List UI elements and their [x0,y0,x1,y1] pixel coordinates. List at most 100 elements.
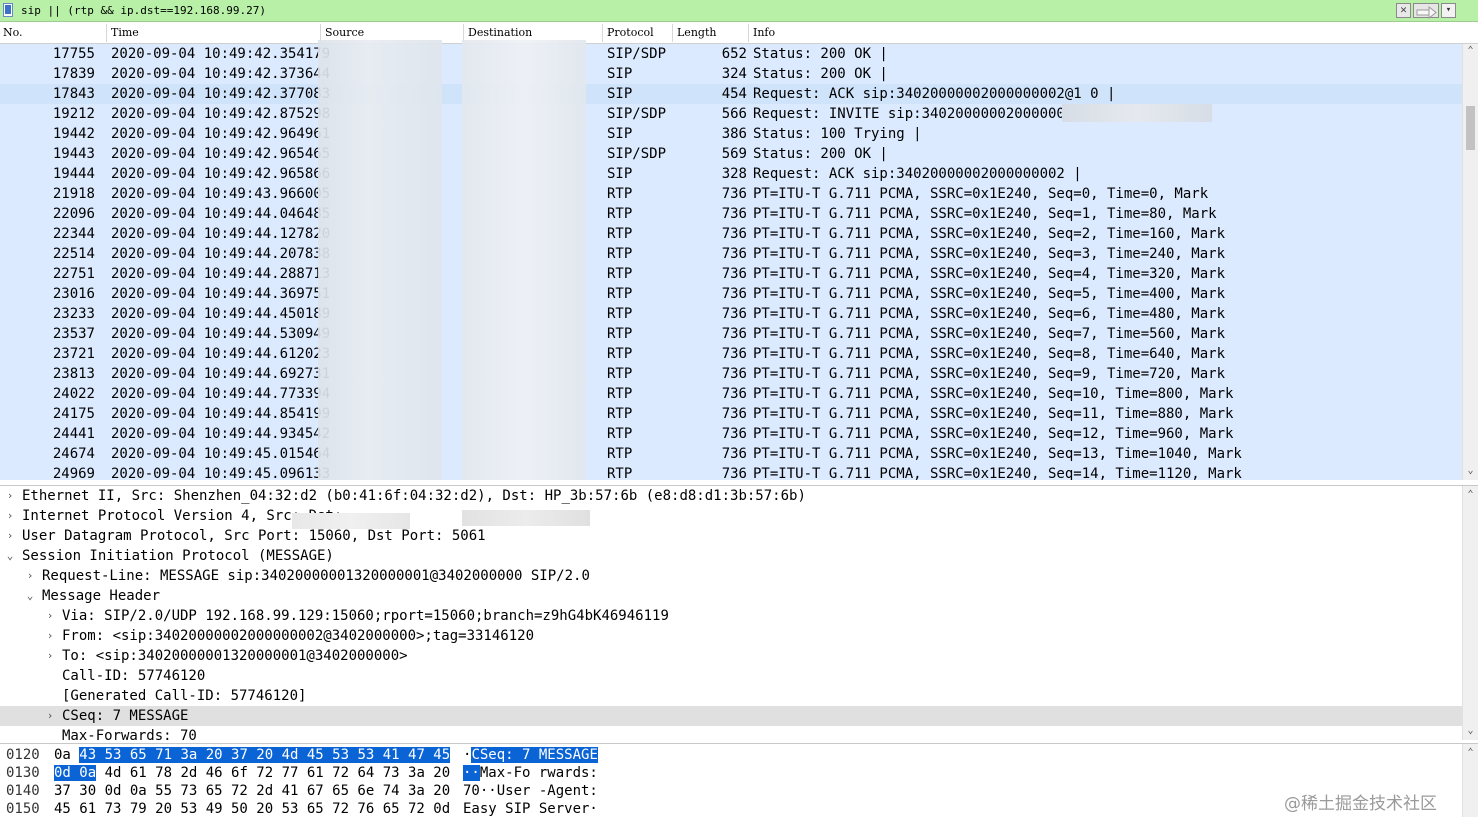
bookmark-icon[interactable] [3,3,13,17]
collapsed-chevron-icon[interactable]: › [4,526,16,546]
column-header-no[interactable]: No. [3,26,23,39]
detail-tree-row[interactable]: › To: <sip:34020000001320000001@340200000… [0,646,1462,666]
collapsed-chevron-icon[interactable]: › [24,566,36,586]
packet-row[interactable]: 23233 2020-09-04 10:49:44.450189 RTP 736 PT=… [0,304,1462,324]
details-scrollbar[interactable]: ⌃ ⌄ [1462,486,1478,740]
redacted-dst-ip [462,510,590,526]
column-header-source[interactable]: Source [325,26,364,39]
packet-row[interactable]: 17755 2020-09-04 10:49:42.354179 SIP/SDP 65… [0,44,1462,64]
detail-tree-row[interactable]: › User Datagram Protocol, Src Port: 15060… [0,526,1462,546]
packet-row[interactable]: 23016 2020-09-04 10:49:44.369751 RTP 736 PT=… [0,284,1462,304]
ascii-bytes[interactable]: Easy SIP Server· [463,800,598,817]
bytes-row[interactable]: 0150 45 61 73 79 20 53 49 50 20 53 65 72 … [0,800,1462,817]
packet-time: 2020-09-04 10:49:44.854199 [111,406,331,422]
packet-length: 736 [721,466,747,480]
packet-list-scrollbar[interactable]: ⌃ ⌄ [1462,44,1478,480]
collapsed-chevron-icon[interactable]: › [4,486,16,506]
column-header-length[interactable]: Length [677,26,716,39]
bytes-row[interactable]: 0120 0a 43 53 65 71 3a 20 37 20 4d 45 53 … [0,746,1462,764]
expanded-chevron-icon[interactable]: ⌄ [4,546,16,566]
packet-row[interactable]: 22344 2020-09-04 10:49:44.127820 RTP 736 PT=… [0,224,1462,244]
detail-tree-row[interactable]: › Ethernet II, Src: Shenzhen_04:32:d2 (b0… [0,486,1462,506]
packet-length: 736 [721,206,747,222]
hex-bytes[interactable]: 37 30 0d 0a 55 73 65 72 2d 41 67 65 6e 7… [54,782,450,800]
detail-tree-row[interactable]: [Generated Call-ID: 57746120] [0,686,1462,706]
apply-filter-button[interactable] [1413,3,1439,20]
detail-tree-row[interactable]: › Internet Protocol Version 4, Src: Dst: [0,506,1462,526]
scroll-up-icon[interactable]: ⌃ [1463,44,1478,58]
ascii-bytes[interactable]: ·CSeq: 7 MESSAGE [463,746,598,764]
scrollbar-thumb[interactable] [1466,106,1475,150]
packet-row[interactable]: 19442 2020-09-04 10:49:42.964961 SIP 386 Sta… [0,124,1462,144]
packet-row[interactable]: 19443 2020-09-04 10:49:42.965465 SIP/SDP 56… [0,144,1462,164]
hex-bytes[interactable]: 45 61 73 79 20 53 49 50 20 53 65 72 76 6… [54,800,450,817]
hex-bytes[interactable]: 0a 43 53 65 71 3a 20 37 20 4d 45 53 53 4… [54,746,451,764]
packet-number: 23721 [52,346,95,362]
display-filter-input[interactable]: sip || (rtp && ip.dst==192.168.99.27) [21,3,266,19]
packet-row[interactable]: 17843 2020-09-04 10:49:42.377083 SIP 454 Req… [0,84,1462,104]
packet-row[interactable]: 24175 2020-09-04 10:49:44.854199 RTP 736 PT=… [0,404,1462,424]
ascii-asel: CSeq: 7 MESSAGE [471,747,598,763]
packet-row[interactable]: 24022 2020-09-04 10:49:44.773394 RTP 736 PT=… [0,384,1462,404]
scroll-down-icon[interactable]: ⌄ [1463,464,1478,478]
scroll-up-icon[interactable]: ⌃ [1463,746,1478,760]
ascii-bytes[interactable]: 70··User -Agent: [463,782,598,800]
column-header-protocol[interactable]: Protocol [607,26,654,39]
column-header-destination[interactable]: Destination [468,26,532,39]
detail-tree-row[interactable]: › Via: SIP/2.0/UDP 192.168.99.129:15060;r… [0,606,1462,626]
detail-tree-row[interactable]: › From: <sip:34020000002000000002@3402000… [0,626,1462,646]
scroll-down-icon[interactable]: ⌄ [1463,724,1478,738]
packet-row[interactable]: 23813 2020-09-04 10:49:44.692731 RTP 736 PT=… [0,364,1462,384]
packet-row[interactable]: 22751 2020-09-04 10:49:44.288713 RTP 736 PT=… [0,264,1462,284]
collapsed-chevron-icon[interactable]: › [44,626,56,646]
column-header-time[interactable]: Time [111,26,139,39]
collapsed-chevron-icon[interactable]: › [4,506,16,526]
packet-row[interactable]: 22096 2020-09-04 10:49:44.046485 RTP 736 PT=… [0,204,1462,224]
packet-row[interactable]: 24969 2020-09-04 10:49:45.096133 RTP 736 PT=… [0,464,1462,480]
packet-length: 736 [721,406,747,422]
packet-row[interactable]: 19444 2020-09-04 10:49:42.965866 SIP 328 Req… [0,164,1462,184]
packet-time: 2020-09-04 10:49:44.450189 [111,306,331,322]
packet-row[interactable]: 17839 2020-09-04 10:49:42.373644 SIP 324 Sta… [0,64,1462,84]
bytes-scrollbar[interactable]: ⌃ [1462,744,1478,817]
bytes-row[interactable]: 0130 0d 0a 4d 61 78 2d 46 6f 72 77 61 72 … [0,764,1462,782]
filter-history-dropdown[interactable]: ▾ [1441,3,1456,18]
packet-time: 2020-09-04 10:49:42.965866 [111,166,331,182]
detail-tree-row[interactable]: › Request-Line: MESSAGE sip:3402000000132… [0,566,1462,586]
packet-row[interactable]: 19212 2020-09-04 10:49:42.875298 SIP/SDP 56… [0,104,1462,124]
detail-tree-row[interactable]: ⌄ Message Header [0,586,1462,606]
bytes-row[interactable]: 0140 37 30 0d 0a 55 73 65 72 2d 41 67 65 … [0,782,1462,800]
detail-text: To: <sip:34020000001320000001@3402000000… [62,648,408,664]
clear-filter-icon[interactable]: ✕ [1396,3,1411,18]
packet-info: Request: INVITE sip:34020000002000000002… [753,106,1108,122]
packet-row[interactable]: 23721 2020-09-04 10:49:44.612023 RTP 736 PT=… [0,344,1462,364]
collapsed-chevron-icon[interactable]: › [44,706,56,726]
packet-info: PT=ITU-T G.711 PCMA, SSRC=0x1E240, Seq=9… [753,366,1226,382]
detail-tree-row[interactable]: Max-Forwards: 70 [0,726,1462,740]
column-header-info[interactable]: Info [753,26,775,39]
packet-protocol: RTP [607,286,633,302]
packet-row[interactable]: 21918 2020-09-04 10:49:43.966005 RTP 736 PT=… [0,184,1462,204]
packet-length: 328 [721,166,747,182]
packet-number: 23233 [52,306,95,322]
detail-tree-row[interactable]: › CSeq: 7 MESSAGE [0,706,1462,726]
packet-info: PT=ITU-T G.711 PCMA, SSRC=0x1E240, Seq=2… [753,226,1226,242]
detail-tree-row[interactable]: ⌄ Session Initiation Protocol (MESSAGE) [0,546,1462,566]
packet-time: 2020-09-04 10:49:42.964961 [111,126,331,142]
packet-row[interactable]: 24674 2020-09-04 10:49:45.015464 RTP 736 PT=… [0,444,1462,464]
packet-row[interactable]: 22514 2020-09-04 10:49:44.207838 RTP 736 PT=… [0,244,1462,264]
detail-tree-row[interactable]: Call-ID: 57746120 [0,666,1462,686]
packet-time: 2020-09-04 10:49:44.046485 [111,206,331,222]
ascii-bytes[interactable]: ··Max-Fo rwards: [463,764,598,782]
collapsed-chevron-icon[interactable]: › [44,646,56,666]
expanded-chevron-icon[interactable]: ⌄ [24,586,36,606]
detail-text: Max-Forwards: 70 [62,728,197,740]
packet-row[interactable]: 23537 2020-09-04 10:49:44.530949 RTP 736 PT=… [0,324,1462,344]
scroll-up-icon[interactable]: ⌃ [1463,488,1478,502]
packet-row[interactable]: 24441 2020-09-04 10:49:44.934542 RTP 736 PT=… [0,424,1462,444]
hex-bytes[interactable]: 0d 0a 4d 61 78 2d 46 6f 72 77 61 72 64 7… [54,764,450,782]
collapsed-chevron-icon[interactable]: › [44,606,56,626]
packet-protocol: SIP [607,126,633,142]
packet-info: PT=ITU-T G.711 PCMA, SSRC=0x1E240, Seq=1… [753,386,1234,402]
display-filter-bar[interactable]: sip || (rtp && ip.dst==192.168.99.27) ✕ … [0,0,1478,22]
